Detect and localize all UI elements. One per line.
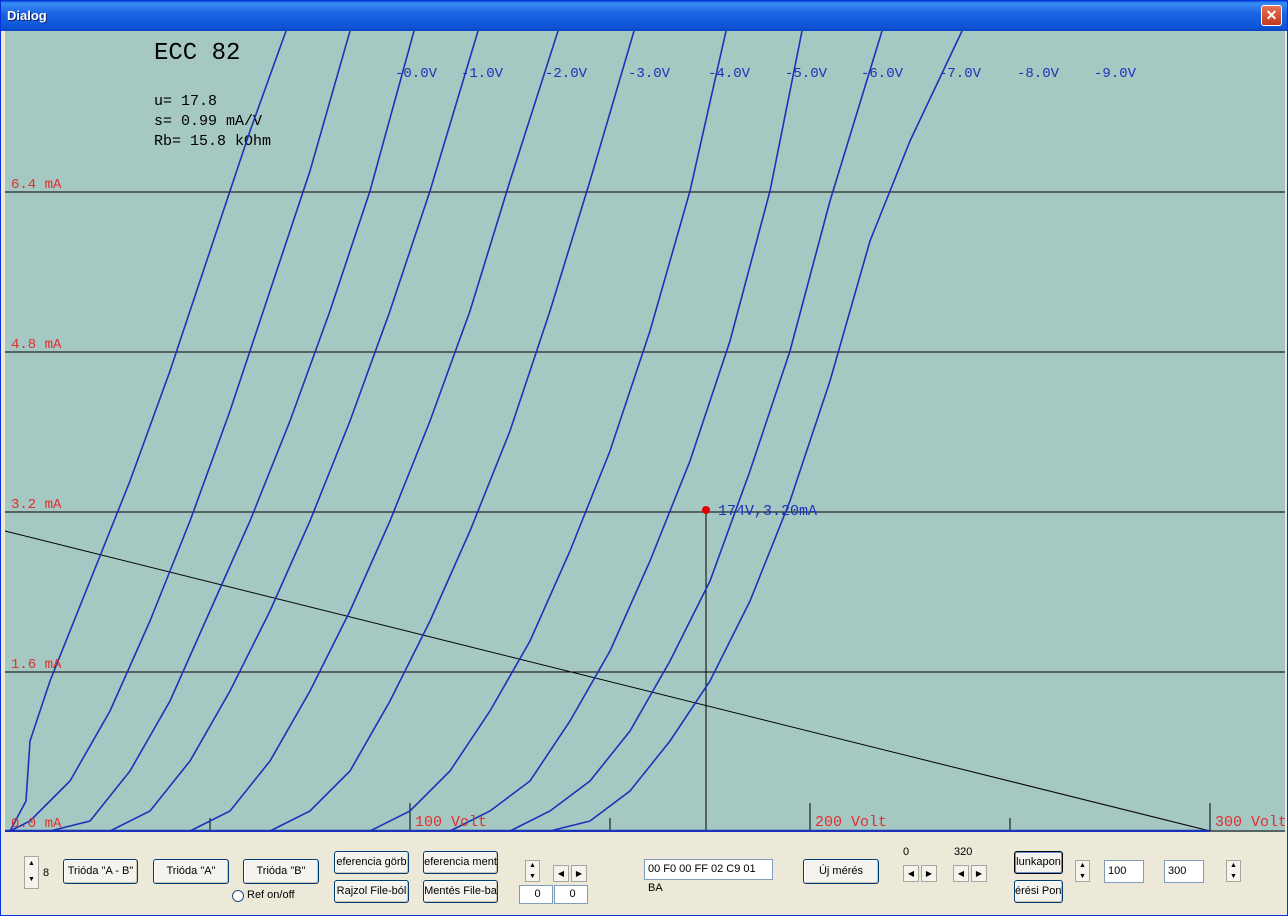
left-vspinner[interactable]: ▲ ▼ [525, 860, 540, 882]
range-max-label: 320 [954, 846, 973, 858]
x-tick-label: 100 Volt [415, 814, 487, 831]
range-min-label: 0 [903, 846, 910, 858]
spin-up-icon[interactable]: ▲ [1076, 861, 1089, 870]
right-vspinner-2[interactable]: ▲ ▼ [1226, 860, 1241, 882]
offset-field-2[interactable]: 0 [554, 885, 588, 904]
spin-up-icon[interactable]: ▲ [1227, 861, 1240, 870]
curve-series [549, 31, 963, 832]
referencia-mentes-button[interactable]: eferencia ment [423, 851, 498, 874]
y-tick-label: 0.0 mA [11, 816, 62, 832]
spin-down-icon[interactable]: ▼ [1076, 872, 1089, 881]
spin-down-icon[interactable]: ▼ [526, 872, 539, 881]
curve-series [369, 31, 727, 832]
y-tick-label: 3.2 mA [11, 497, 62, 513]
series-label: -4.0V [708, 66, 751, 82]
curve-series [449, 31, 803, 832]
x-tick-label: 200 Volt [815, 814, 887, 831]
curve-series [269, 31, 635, 832]
load-line [5, 530, 1211, 832]
title-bar[interactable]: Dialog ✕ [1, 1, 1287, 31]
count-spinner[interactable]: ▲ ▼ [24, 856, 39, 889]
tube-title: ECC 82 [154, 40, 240, 67]
dialog-window: Dialog ✕ ECC 82 u= 17.8 s= 0.99 mA/V Rb=… [0, 0, 1288, 916]
trioda-a-button[interactable]: Trióda "A" [153, 859, 229, 884]
y-tick-label: 4.8 mA [11, 337, 62, 353]
right-vspinner-1[interactable]: ▲ ▼ [1075, 860, 1090, 882]
series-label: -0.0V [395, 66, 438, 82]
mu-text: u= 17.8 [154, 93, 217, 110]
ref-onoff-label: Ref on/off [247, 889, 295, 901]
rb-text: Rb= 15.8 kOhm [154, 133, 271, 150]
right-arrow-button-3[interactable]: ▶ [971, 865, 987, 882]
value-field-100[interactable]: 100 [1104, 860, 1144, 883]
left-arrow-button-2[interactable]: ◀ [903, 865, 919, 882]
left-arrow-button-1[interactable]: ◀ [553, 865, 569, 882]
spin-up-icon[interactable]: ▲ [25, 859, 38, 868]
operating-point-label: 174V,3.20mA [718, 503, 817, 520]
rajzol-file-button[interactable]: Rajzol File-ból [334, 880, 409, 903]
spin-down-icon[interactable]: ▼ [25, 875, 38, 884]
spin-up-icon[interactable]: ▲ [526, 861, 539, 870]
plot-area: ECC 82 u= 17.8 s= 0.99 mA/V Rb= 15.8 kOh… [5, 31, 1285, 832]
s-text: s= 0.99 mA/V [154, 113, 262, 130]
curve-series [49, 31, 415, 832]
curve-series [189, 31, 559, 832]
y-tick-label: 1.6 mA [11, 657, 62, 673]
x-tick-label: 300 Volt [1215, 814, 1285, 831]
spin-down-icon[interactable]: ▼ [1227, 872, 1240, 881]
curve-series [9, 31, 287, 832]
series-label: -3.0V [628, 66, 671, 82]
ref-onoff-radio[interactable] [232, 890, 244, 902]
close-button[interactable]: ✕ [1261, 5, 1282, 26]
series-label: -1.0V [461, 66, 504, 82]
series-label: -8.0V [1017, 66, 1060, 82]
operating-point-marker [702, 506, 710, 514]
series-label: -2.0V [545, 66, 588, 82]
offset-field-1[interactable]: 0 [519, 885, 553, 904]
right-arrow-button-2[interactable]: ▶ [921, 865, 937, 882]
right-arrow-button-1[interactable]: ▶ [571, 865, 587, 882]
count-value: 8 [43, 867, 50, 879]
hex-data-field[interactable]: 00 F0 00 FF 02 C9 01 BA [644, 859, 773, 894]
series-label: -9.0V [1094, 66, 1137, 82]
mentes-file-button[interactable]: Mentés File-ba [423, 880, 498, 903]
meresi-pont-button[interactable]: érési Pont [1014, 880, 1063, 903]
curve-series [509, 31, 883, 832]
left-arrow-button-3[interactable]: ◀ [953, 865, 969, 882]
series-label: -5.0V [785, 66, 828, 82]
characteristic-chart: ECC 82 u= 17.8 s= 0.99 mA/V Rb= 15.8 kOh… [5, 31, 1285, 832]
value-field-300[interactable]: 300 [1164, 860, 1204, 883]
window-title: Dialog [7, 8, 47, 23]
munkapont-button[interactable]: lunkapon [1014, 851, 1063, 874]
uj-meres-button[interactable]: Új mérés [803, 859, 879, 884]
series-label: -7.0V [939, 66, 982, 82]
trioda-ab-button[interactable]: Trióda "A - B" [63, 859, 138, 884]
referencia-gorbe-button[interactable]: eferencia görb [334, 851, 409, 874]
y-tick-label: 6.4 mA [11, 177, 62, 193]
series-label: -6.0V [861, 66, 904, 82]
trioda-b-button[interactable]: Trióda "B" [243, 859, 319, 884]
